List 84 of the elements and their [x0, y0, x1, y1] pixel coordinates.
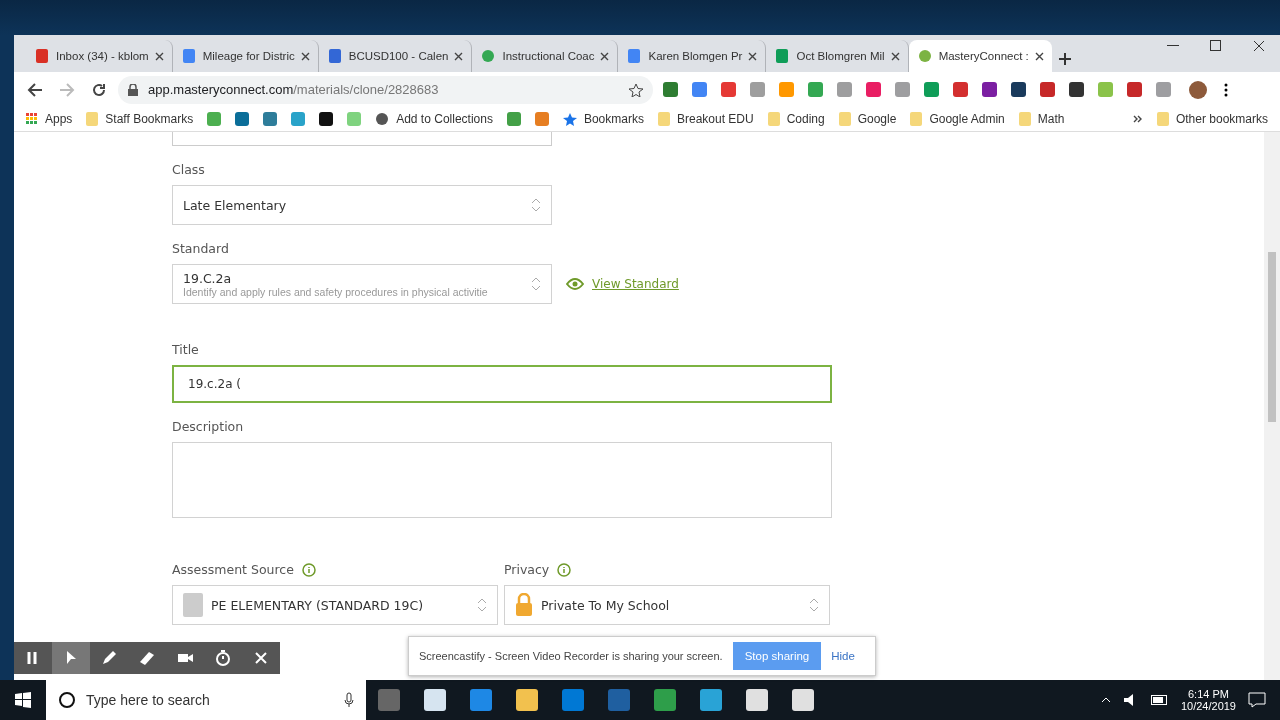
maximize-icon[interactable] [1209, 40, 1222, 52]
battery-icon[interactable] [1150, 695, 1169, 705]
apps-grid-icon [26, 113, 38, 125]
circle-icon [58, 691, 76, 709]
padlock-icon [515, 593, 533, 617]
lock-icon [128, 83, 138, 96]
field-label: Class [172, 162, 205, 177]
plus-icon[interactable] [1057, 52, 1072, 66]
folder-icon [767, 112, 780, 126]
eye-icon [566, 278, 584, 290]
notification-icon[interactable] [1248, 692, 1266, 708]
bookmark-link[interactable]: Coding [767, 112, 825, 126]
source-select[interactable]: PE ELEMENTARY (STANDARD 19C) [172, 585, 498, 625]
star-icon [562, 112, 577, 126]
info-icon[interactable] [557, 562, 572, 577]
title-input[interactable]: 19.c.2a ( [172, 365, 832, 403]
close-icon[interactable] [454, 51, 464, 61]
info-icon[interactable] [301, 562, 316, 577]
nodes-icon [916, 48, 933, 64]
spreadsheet-icon [774, 48, 791, 64]
bookmark-link[interactable]: Breakout EDU [657, 112, 754, 126]
field-label: Privacy [504, 562, 550, 577]
close-icon[interactable] [748, 51, 758, 61]
extension-icon[interactable] [1011, 82, 1026, 97]
bookmark-link[interactable]: Google [838, 112, 897, 126]
microphone-icon [344, 692, 354, 708]
updown-icon [531, 197, 541, 213]
close-icon[interactable] [154, 51, 164, 61]
field-label: Assessment Source [172, 562, 294, 577]
hide-link[interactable]: Hide [831, 650, 855, 662]
star-icon[interactable] [629, 82, 643, 97]
folder-icon [838, 112, 851, 126]
chevron-up-icon[interactable] [1100, 697, 1111, 703]
close-icon[interactable] [600, 51, 610, 61]
taskbar-search-field[interactable]: Type here to search [46, 680, 366, 720]
minimize-icon[interactable] [1166, 45, 1179, 47]
bookmark-link[interactable]: Apps [26, 112, 73, 126]
windows-logo-icon[interactable] [15, 692, 31, 708]
reload-icon[interactable] [91, 81, 107, 98]
calendar-icon [326, 48, 343, 64]
class-select[interactable]: Late Elementary [172, 185, 552, 225]
scrollbar[interactable] [1264, 132, 1280, 680]
address-bar[interactable]: app.masteryconnect.com/materials/clone/2828683 [118, 75, 653, 104]
field-label: Description [172, 419, 244, 434]
bookmark-link[interactable]: Other bookmarks [1156, 112, 1268, 126]
circle-icon [480, 48, 497, 64]
bookmark-link[interactable]: Bookmarks [562, 112, 644, 126]
eraser-icon [138, 649, 156, 667]
updown-icon [809, 597, 819, 613]
folder-icon [1018, 112, 1031, 126]
timer-icon [214, 649, 232, 667]
updown-icon [477, 597, 487, 613]
folder-icon [657, 112, 670, 126]
globe-icon [375, 112, 390, 126]
double-chevron-icon[interactable] [1132, 115, 1143, 123]
browser-tab[interactable]: MasteryConnect : [908, 40, 1052, 72]
document-icon [626, 48, 643, 64]
taskbar-clock[interactable]: 6:14 PM 10/24/2019 [1180, 688, 1236, 712]
extension-icon[interactable] [1069, 82, 1084, 97]
mail-icon [34, 48, 50, 64]
back-arrow-icon[interactable] [27, 81, 43, 98]
document-icon [180, 48, 197, 64]
close-icon[interactable] [300, 51, 310, 61]
field-label: Standard [172, 241, 229, 256]
profile-avatar[interactable] [1189, 80, 1207, 99]
pdf-file-icon [183, 593, 203, 617]
url-text: app.masteryconnect.com/materials/clone/2828683 [148, 82, 439, 97]
standard-select[interactable]: 19.C.2a Identify and apply rules and safety procedures in physical activitie [172, 264, 552, 304]
bookmark-link[interactable]: Staff Bookmarks [86, 112, 194, 126]
close-icon[interactable] [1252, 40, 1265, 52]
updown-icon [531, 276, 541, 292]
folder-icon [910, 112, 923, 126]
pointer-button[interactable] [52, 642, 90, 674]
sharing-message: Screencastify - Screen Video Recorder is sharing your screen. [419, 650, 723, 662]
field-label: Title [172, 342, 199, 357]
bookmark-link[interactable]: Google Admin [910, 112, 1005, 126]
close-icon[interactable] [890, 51, 900, 61]
privacy-select[interactable]: Private To My School [504, 585, 830, 625]
bookmark-link[interactable]: Math [1018, 112, 1065, 126]
folder-icon [86, 112, 99, 126]
close-icon[interactable] [1034, 51, 1044, 61]
folder-icon [1156, 112, 1169, 126]
bookmark-link[interactable]: Add to Collections [375, 112, 493, 126]
pen-icon [100, 649, 118, 667]
